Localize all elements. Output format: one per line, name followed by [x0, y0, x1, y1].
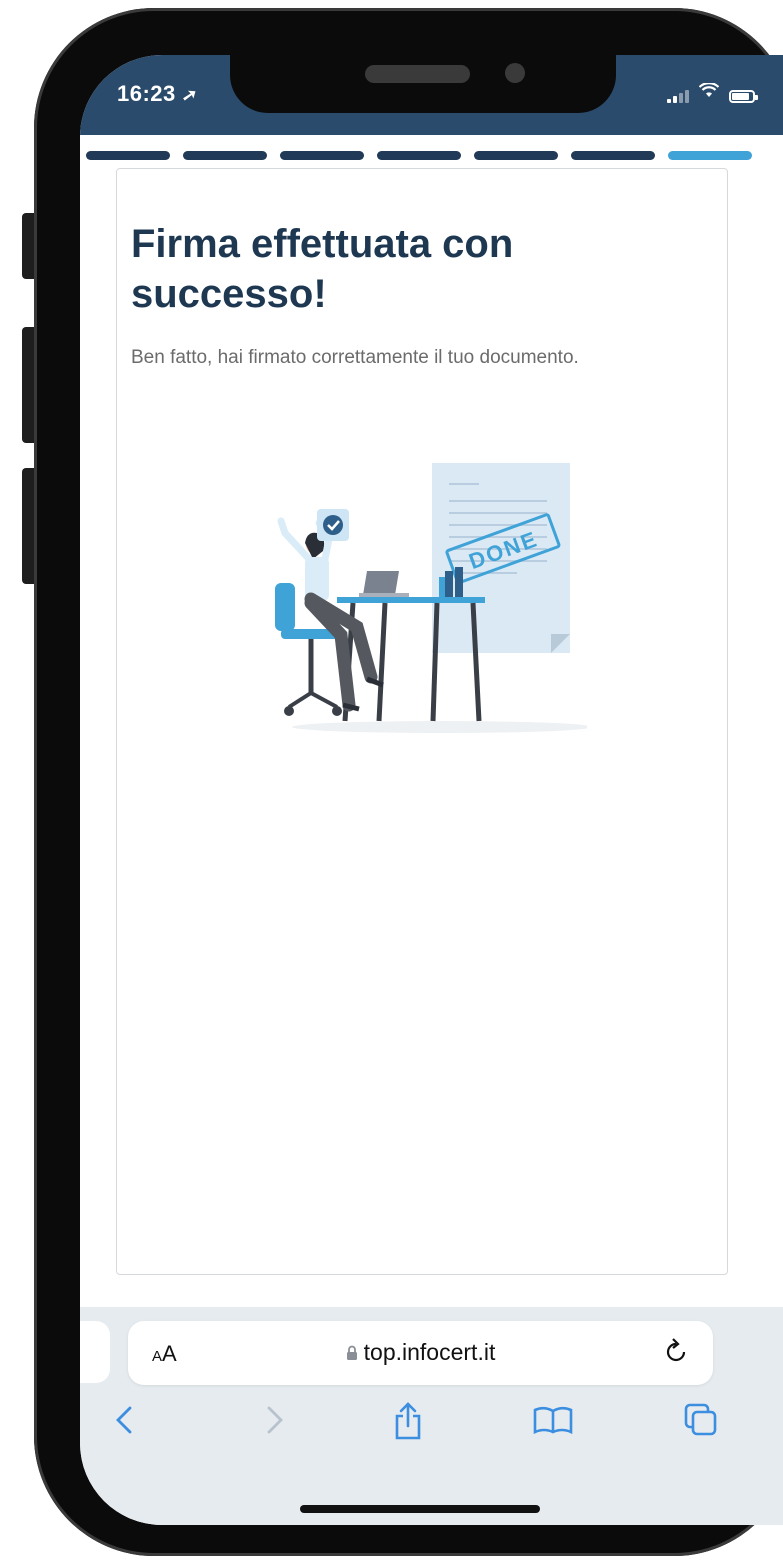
page-description: Ben fatto, hai firmato correttamente il … — [131, 347, 579, 368]
battery-icon — [729, 90, 758, 103]
location-arrow-icon: ➚ — [180, 83, 200, 107]
progress-step — [183, 151, 267, 160]
progress-step — [474, 151, 558, 160]
previous-tab-preview[interactable] — [80, 1321, 110, 1383]
tabs-icon[interactable] — [683, 1402, 719, 1443]
progress-step — [571, 151, 655, 160]
phone-screen: 16:23 ➚ Firma effettuata con successo! Be… — [80, 55, 783, 1525]
clock: 16:23 — [117, 81, 176, 106]
address-bar[interactable]: AA top.infocert.it — [128, 1321, 713, 1385]
wifi-icon — [698, 82, 720, 103]
success-card: Firma effettuata con successo! Ben fatto… — [116, 168, 728, 1275]
notch — [230, 55, 616, 113]
share-icon[interactable] — [393, 1402, 423, 1445]
back-icon[interactable] — [112, 1402, 136, 1443]
browser-bottom-bar: AA top.infocert.it — [80, 1307, 783, 1525]
signal-icon — [667, 89, 689, 103]
url-text: top.infocert.it — [363, 1339, 496, 1365]
progress-step-current — [668, 151, 752, 160]
status-time: 16:23 ➚ — [117, 81, 200, 107]
home-indicator[interactable] — [300, 1505, 540, 1513]
reload-icon[interactable] — [663, 1335, 689, 1372]
success-illustration: DONE — [275, 463, 587, 733]
progress-step — [280, 151, 364, 160]
lock-icon — [346, 1340, 358, 1367]
progress-step — [377, 151, 461, 160]
browser-toolbar — [80, 1402, 783, 1462]
status-icons — [667, 82, 758, 103]
forward-icon[interactable] — [263, 1402, 287, 1443]
page-title: Firma effettuata con successo! — [131, 222, 514, 316]
url-wrap: top.infocert.it — [128, 1339, 713, 1367]
progress-steps — [86, 151, 752, 160]
bookmarks-icon[interactable] — [533, 1402, 573, 1443]
speaker-grille — [365, 65, 470, 83]
front-camera — [505, 63, 525, 83]
progress-step — [86, 151, 170, 160]
